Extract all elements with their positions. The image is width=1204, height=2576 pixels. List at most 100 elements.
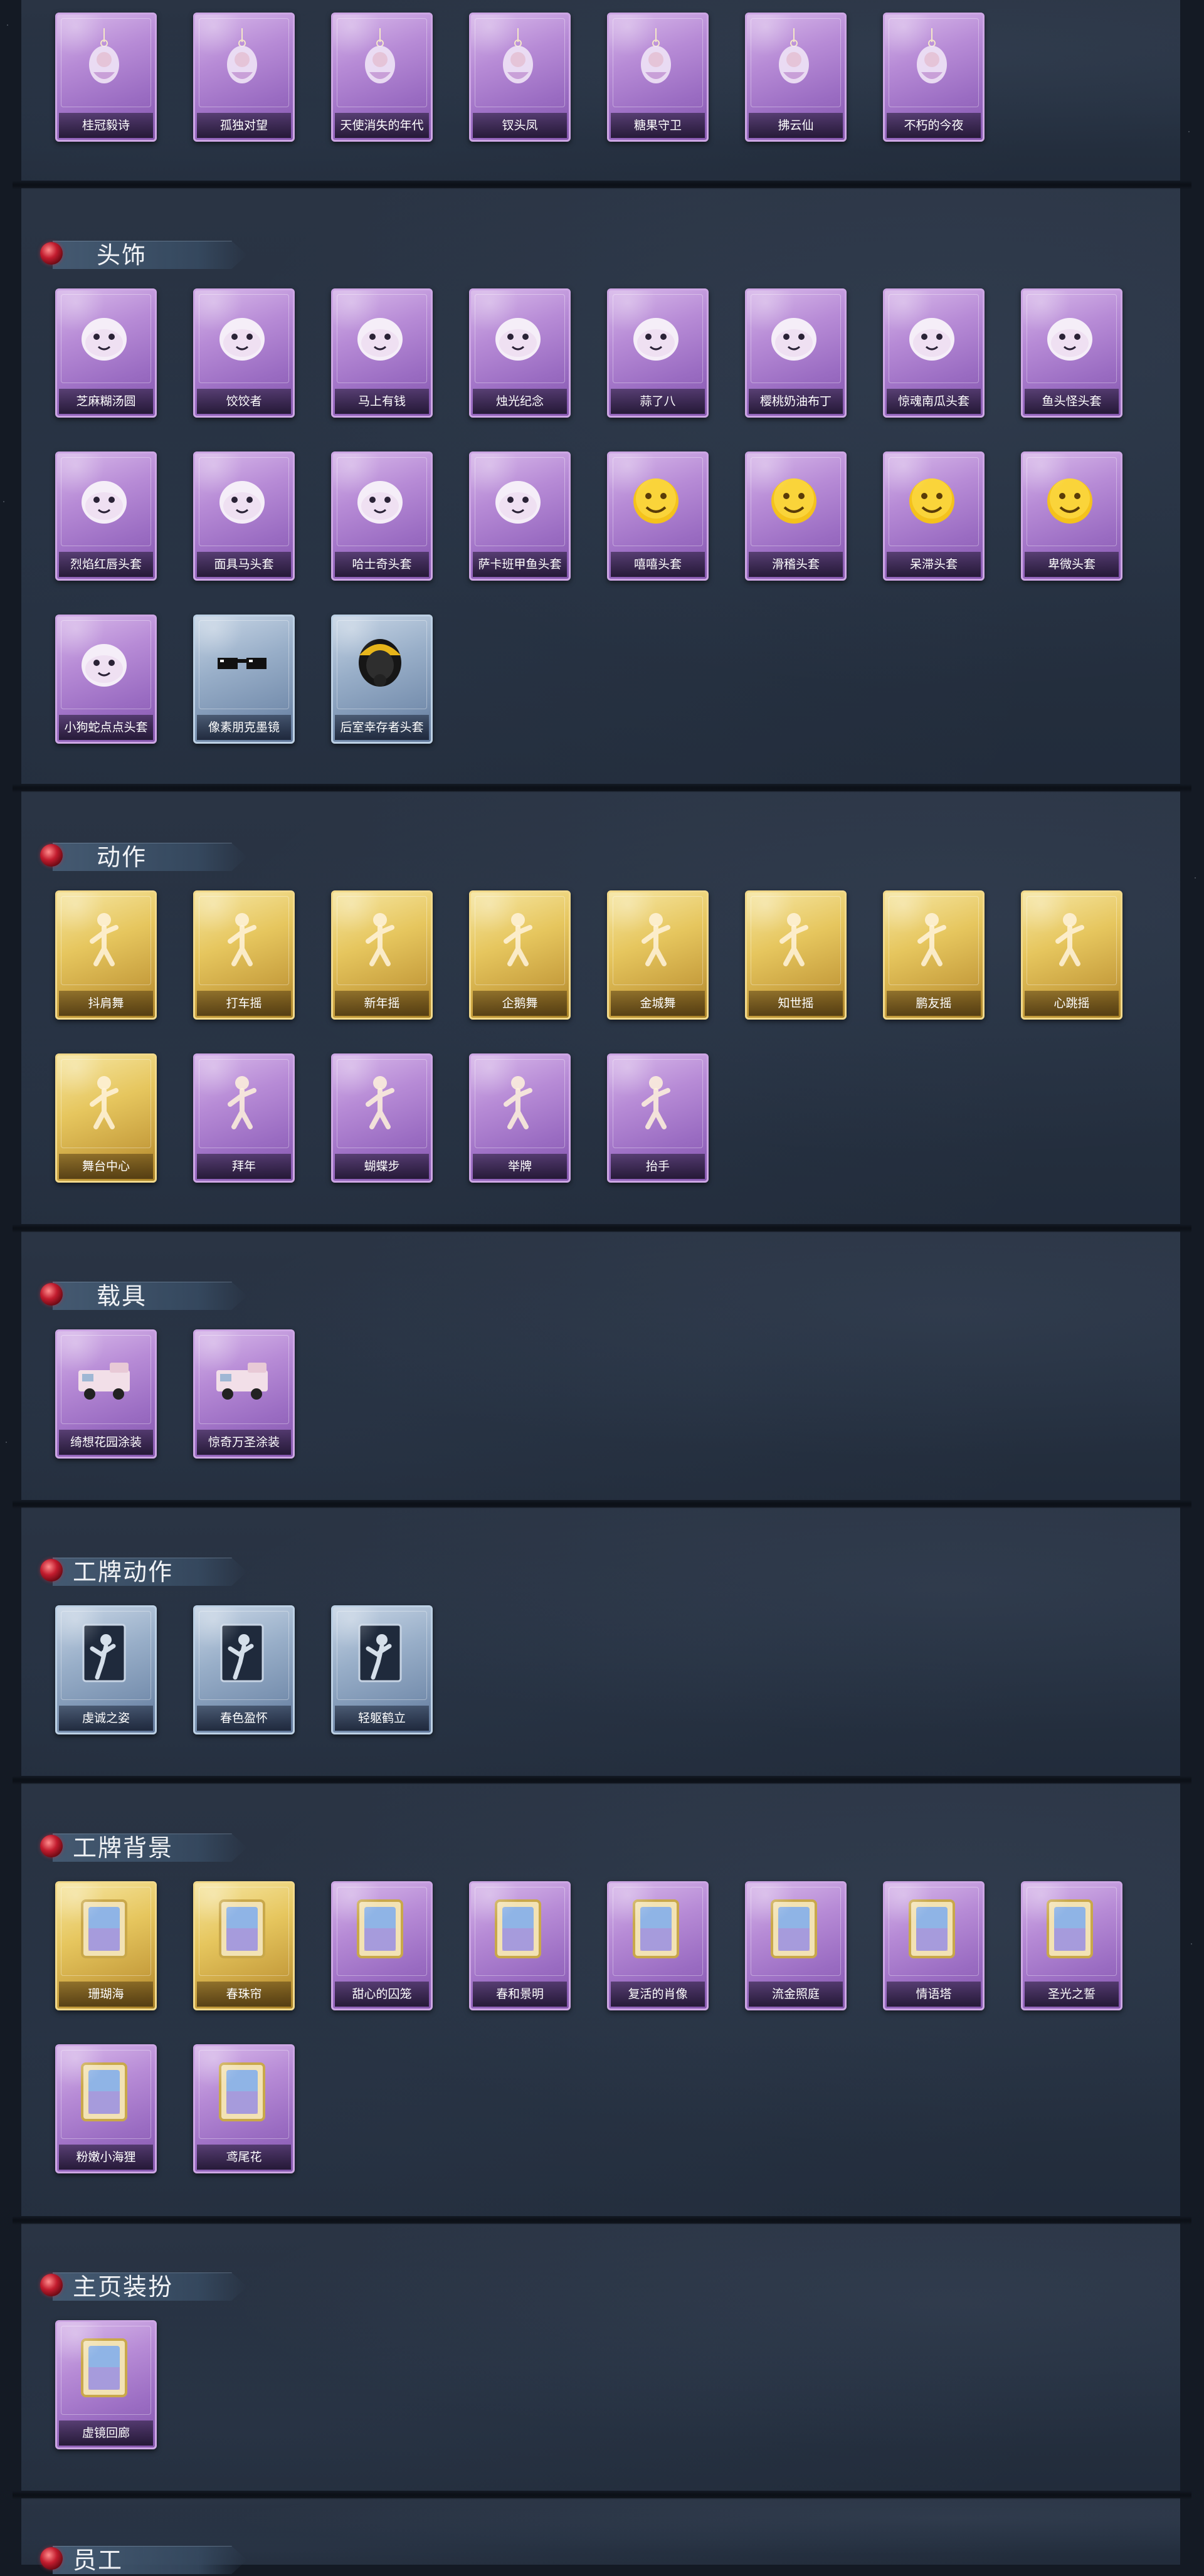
figure-icon (488, 906, 547, 969)
item-card[interactable]: 芝麻糊汤圆 (55, 288, 157, 418)
item-card[interactable]: 鹏友摇 (883, 890, 985, 1020)
item-card[interactable]: 春色盈怀 (193, 1605, 295, 1734)
item-name: 惊奇万圣涂装 (197, 1430, 291, 1455)
item-card[interactable]: 钗头凤 (469, 13, 571, 142)
pendant-icon (75, 28, 134, 91)
figure-icon (902, 906, 961, 969)
item-name: 春珠帘 (197, 1982, 291, 2007)
item-card[interactable]: 烈焰红唇头套 (55, 451, 157, 581)
item-card[interactable]: 虔诚之姿 (55, 1605, 157, 1734)
item-card[interactable]: 春珠帘 (193, 1881, 295, 2010)
item-card-frame: 惊魂南瓜头套 (883, 288, 985, 418)
item-card[interactable]: 知世摇 (745, 890, 847, 1020)
item-name: 鸢尾花 (197, 2145, 291, 2170)
item-card[interactable]: 呆滞头套 (883, 451, 985, 581)
frame-icon (626, 1897, 685, 1960)
header-ribbon (53, 241, 247, 269)
figure-icon (351, 1069, 409, 1132)
item-name: 烛光纪念 (473, 389, 567, 414)
item-card[interactable]: 小狗蛇点点头套 (55, 615, 157, 744)
item-card[interactable]: 流金照庭 (745, 1881, 847, 2010)
item-card[interactable]: 鸢尾花 (193, 2044, 295, 2173)
item-card[interactable]: 蒜了八 (607, 288, 709, 418)
item-card[interactable]: 绮想花园涂装 (55, 1329, 157, 1459)
item-card[interactable]: 情语塔 (883, 1881, 985, 2010)
item-card[interactable]: 舞台中心 (55, 1053, 157, 1183)
item-card[interactable]: 举牌 (469, 1053, 571, 1183)
item-name: 嘻嘻头套 (611, 552, 705, 577)
item-card[interactable]: 心跳摇 (1021, 890, 1122, 1020)
item-card-frame: 孤独对望 (193, 13, 295, 142)
item-card-frame: 面具马头套 (193, 451, 295, 581)
item-card[interactable]: 甜心的囚笼 (331, 1881, 433, 2010)
item-card[interactable]: 鱼头怪头套 (1021, 288, 1122, 418)
face-icon (488, 467, 547, 530)
section-divider (13, 1500, 1191, 1509)
item-card[interactable]: 企鹅舞 (469, 890, 571, 1020)
figure-icon (213, 1069, 272, 1132)
item-card[interactable]: 萨卡班甲鱼头套 (469, 451, 571, 581)
item-name: 心跳摇 (1025, 991, 1119, 1016)
frame-icon (75, 2336, 134, 2399)
item-card-frame: 金城舞 (607, 890, 709, 1020)
item-card-frame: 烛光纪念 (469, 288, 571, 418)
item-card[interactable]: 卑微头套 (1021, 451, 1122, 581)
item-card[interactable]: 抖肩舞 (55, 890, 157, 1020)
item-name: 后室幸存者头套 (335, 715, 429, 740)
item-card[interactable]: 哈士奇头套 (331, 451, 433, 581)
item-card[interactable]: 滑稽头套 (745, 451, 847, 581)
item-card[interactable]: 轻躯鹤立 (331, 1605, 433, 1734)
section-title: 主页装扮 (73, 2273, 174, 2301)
item-card[interactable]: 烛光纪念 (469, 288, 571, 418)
item-name: 新年摇 (335, 991, 429, 1016)
item-card[interactable]: 天使消失的年代 (331, 13, 433, 142)
item-card[interactable]: 抬手 (607, 1053, 709, 1183)
figure-icon (626, 906, 685, 969)
item-card-frame: 虚镜回廊 (55, 2320, 157, 2449)
item-card[interactable]: 像素朋克墨镜 (193, 615, 295, 744)
item-name: 珊瑚海 (59, 1982, 153, 2007)
item-card[interactable]: 虚镜回廊 (55, 2320, 157, 2449)
glasses-icon (213, 630, 272, 693)
item-card-frame: 卑微头套 (1021, 451, 1122, 581)
item-card[interactable]: 糖果守卫 (607, 13, 709, 142)
item-name: 抖肩舞 (59, 991, 153, 1016)
item-card[interactable]: 桂冠毅诗 (55, 13, 157, 142)
item-card[interactable]: 蝴蝶步 (331, 1053, 433, 1183)
item-name: 虚镜回廊 (59, 2420, 153, 2446)
figure-icon (75, 906, 134, 969)
section-divider (13, 2491, 1191, 2499)
item-card[interactable]: 春和景明 (469, 1881, 571, 2010)
item-name: 孤独对望 (197, 113, 291, 138)
item-card[interactable]: 打车摇 (193, 890, 295, 1020)
item-card[interactable]: 樱桃奶油布丁 (745, 288, 847, 418)
item-card[interactable]: 圣光之誓 (1021, 1881, 1122, 2010)
item-card[interactable]: 拜年 (193, 1053, 295, 1183)
item-card[interactable]: 金城舞 (607, 890, 709, 1020)
ruby-gem-icon (40, 1283, 63, 1306)
section-divider (13, 1224, 1191, 1233)
item-card[interactable]: 粉嫩小海狸 (55, 2044, 157, 2173)
item-name: 像素朋克墨镜 (197, 715, 291, 740)
item-card[interactable]: 不朽的今夜 (883, 13, 985, 142)
item-card[interactable]: 惊魂南瓜头套 (883, 288, 985, 418)
item-name: 舞台中心 (59, 1154, 153, 1179)
item-card[interactable]: 拂云仙 (745, 13, 847, 142)
item-card[interactable]: 面具马头套 (193, 451, 295, 581)
item-card[interactable]: 复活的肖像 (607, 1881, 709, 2010)
item-card[interactable]: 饺饺者 (193, 288, 295, 418)
item-card[interactable]: 珊瑚海 (55, 1881, 157, 2010)
item-card[interactable]: 新年摇 (331, 890, 433, 1020)
item-name: 企鹅舞 (473, 991, 567, 1016)
item-card[interactable]: 孤独对望 (193, 13, 295, 142)
item-card[interactable]: 嘻嘻头套 (607, 451, 709, 581)
item-name: 芝麻糊汤圆 (59, 389, 153, 414)
item-name: 粉嫩小海狸 (59, 2145, 153, 2170)
item-card[interactable]: 惊奇万圣涂装 (193, 1329, 295, 1459)
item-card[interactable]: 后室幸存者头套 (331, 615, 433, 744)
emoji-icon (626, 467, 685, 530)
item-name: 圣光之誓 (1025, 1982, 1119, 2007)
section-divider (13, 1776, 1191, 1785)
pendant-icon (902, 28, 961, 91)
item-card[interactable]: 马上有钱 (331, 288, 433, 418)
